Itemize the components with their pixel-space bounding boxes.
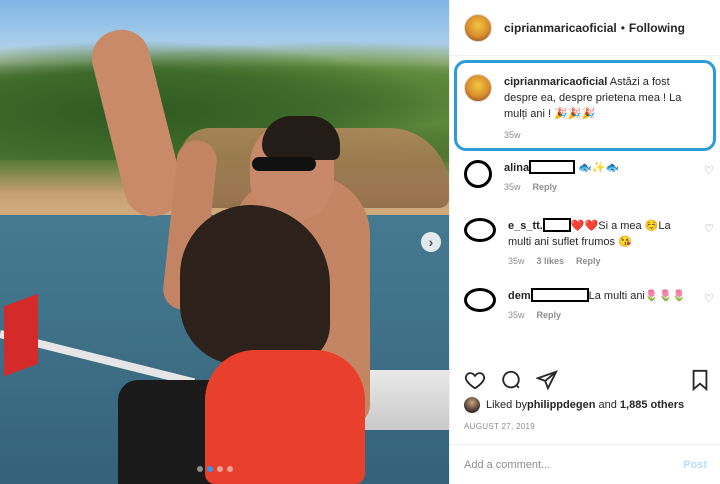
post-caption: ciprianmaricaoficial Astăzi a fost despr… [464,74,704,140]
comment-text: 🐟✨🐟 [578,162,620,174]
comment-icon[interactable] [500,369,522,391]
comment-text: La multi ani🌷🌷🌷 [588,290,686,302]
comment-body: e_s_tt. ❤️❤️Si a mea ☺️La multi ani sufle… [508,218,688,266]
comment-username[interactable]: dem [508,290,531,302]
comment-meta: 35w Reply [504,182,684,192]
carousel-dot-active [207,466,213,472]
likes-summary: Liked by philippdegen and 1,885 others [464,397,684,413]
comment-body: alina 🐟✨🐟 35w Reply [504,160,684,192]
photo-sunglasses [252,157,316,171]
comment-item: alina 🐟✨🐟 35w Reply ♡ [464,160,714,192]
liker-username[interactable]: philippdegen [527,399,595,411]
heart-icon[interactable] [464,369,486,391]
carousel-dot [197,466,203,472]
comment-line: e_s_tt. ❤️❤️Si a mea ☺️La multi ani sufle… [508,218,688,250]
photo-woman-hair [180,205,330,365]
carousel-dot [217,466,223,472]
reply-button[interactable]: Reply [537,310,562,320]
post-comment-button[interactable]: Post [683,459,707,471]
comment-item: e_s_tt. ❤️❤️Si a mea ☺️La multi ani sufle… [464,218,714,266]
post-date[interactable]: AUGUST 27, 2019 [464,422,535,431]
author-avatar[interactable] [464,13,492,42]
commenter-avatar[interactable] [464,160,492,188]
bookmark-icon[interactable] [690,369,710,391]
post-details-panel: ciprianmaricaoficial • Following ciprian… [449,0,720,484]
comment-username[interactable]: alina [504,162,529,174]
comment-body: dem La multi ani🌷🌷🌷 35w Reply [508,288,688,320]
liker-avatar[interactable] [464,397,480,413]
post-actions [464,368,710,392]
share-icon[interactable] [536,369,558,391]
caption-avatar[interactable] [464,74,492,102]
comment-like-icon[interactable]: ♡ [704,164,714,177]
header-separator: • [620,20,625,35]
add-comment-bar: Post [450,444,720,484]
author-username[interactable]: ciprianmaricaoficial [504,21,617,35]
carousel-next-button[interactable]: › [421,232,441,252]
caption-text: ciprianmaricaoficial Astăzi a fost despr… [504,74,704,122]
likes-count[interactable]: 1,885 others [620,399,684,411]
comment-meta: 35w 3 likes Reply [508,256,688,266]
comment-line: alina 🐟✨🐟 [504,160,684,176]
comment-likes-count[interactable]: 3 likes [537,256,565,266]
comment-input[interactable] [464,458,684,471]
caption-username[interactable]: ciprianmaricaoficial [504,76,607,88]
photo-man-hair [262,116,340,160]
photo-swimsuit [205,350,365,484]
comment-item: dem La multi ani🌷🌷🌷 35w Reply ♡ [464,288,714,320]
comment-like-icon[interactable]: ♡ [704,222,714,235]
redaction-box [529,160,576,174]
comment-time[interactable]: 35w [504,182,521,192]
comment-time[interactable]: 35w [508,310,525,320]
commenter-avatar[interactable] [464,288,496,312]
comment-line: dem La multi ani🌷🌷🌷 [508,288,688,304]
comment-like-icon[interactable]: ♡ [704,292,714,305]
following-button[interactable]: Following [629,21,685,35]
reply-button[interactable]: Reply [533,182,558,192]
carousel-dot [227,466,233,472]
likes-middle: and [595,399,620,411]
comment-meta: 35w Reply [508,310,688,320]
post-header: ciprianmaricaoficial • Following [450,0,720,56]
comment-time[interactable]: 35w [508,256,525,266]
redaction-box [542,218,571,232]
reply-button[interactable]: Reply [576,256,601,266]
post-photo[interactable]: › [0,0,449,484]
caption-time[interactable]: 35w [504,130,521,140]
carousel-dots [197,466,233,472]
commenter-avatar[interactable] [464,218,496,242]
comment-username[interactable]: e_s_tt. [508,220,543,232]
redaction-box [530,288,589,302]
likes-prefix: Liked by [486,399,527,411]
photo-flag [4,293,38,377]
